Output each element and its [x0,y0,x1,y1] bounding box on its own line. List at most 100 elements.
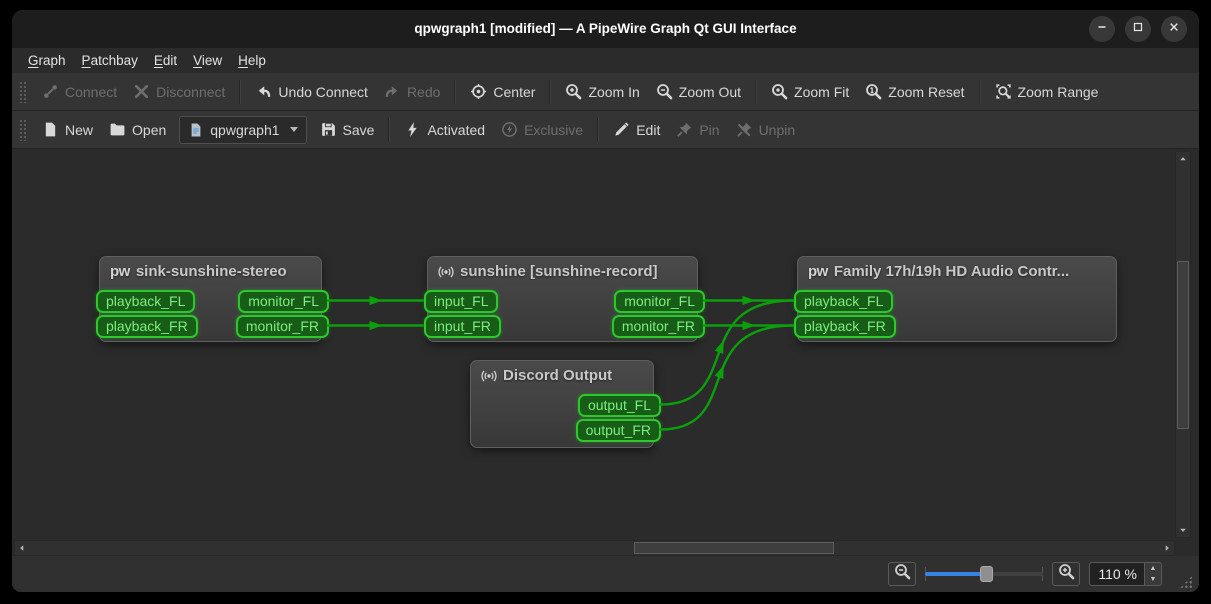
toolbar-button-connect[interactable]: Connect [34,78,125,106]
toolbar-button-center[interactable]: Center [462,78,543,106]
scroll-right-button[interactable] [1160,541,1174,555]
menu-graph[interactable]: Graph [20,51,74,70]
toolbar-button-redo[interactable]: Redo [376,78,448,106]
toolbar-button-label: Open [132,122,166,138]
arrow-right-icon [1162,543,1172,553]
toolbar-button-label: Disconnect [156,84,225,100]
scroll-down-button[interactable] [1176,523,1190,537]
menubar: GraphPatchbayEditViewHelp [12,48,1199,73]
scroll-left-button[interactable] [15,541,29,555]
horizontal-scrollbar[interactable] [14,540,1175,556]
toolbar-button-zoom-in[interactable]: Zoom In [557,78,647,106]
toolbar-separator [979,80,981,104]
port-sunshine-input-fr[interactable]: input_FR [424,315,501,338]
pipewire-icon: pw [808,263,828,280]
port-sink-sunshine-stereo-monitor-fr[interactable]: monitor_FR [236,315,329,338]
menu-help[interactable]: Help [230,51,274,70]
toolbar-button-open[interactable]: Open [101,116,174,144]
menu-patchbay[interactable]: Patchbay [74,51,146,70]
connections-layer [12,149,1199,556]
zoom-range-icon [995,83,1012,100]
zoom-value[interactable]: 110 % [1090,563,1144,585]
toolbar-separator [549,80,551,104]
zoom-spinbox[interactable]: 110 % ▲ ▼ [1089,562,1162,586]
zoom-step-down-button[interactable]: ▼ [1145,574,1161,585]
toolbar-button-label: Pin [699,122,719,138]
toolbar-drag-handle[interactable] [19,119,27,141]
toolbar-button-label: Edit [636,122,660,138]
toolbar-separator [388,118,390,142]
toolbar-separator [454,80,456,104]
port-sunshine-input-fl[interactable]: input_FL [424,290,498,313]
titlebar[interactable]: qpwgraph1 [modified] — A PipeWire Graph … [12,10,1199,48]
toolbar-button-edit[interactable]: Edit [605,116,668,144]
node-title: Family 17h/19h HD Audio Contr... [834,263,1069,280]
zoom-out-icon [894,563,911,585]
toolbar-drag-handle[interactable] [19,81,27,103]
toolbar-button-exclusive[interactable]: Exclusive [493,116,591,144]
app-window: qpwgraph1 [modified] — A PipeWire Graph … [12,10,1199,592]
port-family-audio-playback-fr[interactable]: playback_FR [794,315,896,338]
minimize-button[interactable] [1089,16,1115,42]
h-scrollbar-thumb[interactable] [634,542,834,554]
toolbar-button-save[interactable]: Save [312,116,383,144]
toolbar-button-new[interactable]: New [34,116,101,144]
port-family-audio-playback-fl[interactable]: playback_FL [794,290,893,313]
toolbar-button-unpin[interactable]: Unpin [728,116,804,144]
toolbar-button-activated[interactable]: Activated [396,116,493,144]
patchbay-combo[interactable]: qpwgraph1 [179,116,306,144]
toolbar-button-label: Zoom Out [679,84,741,100]
toolbar-button-zoom-reset[interactable]: Zoom Reset [857,78,972,106]
statusbar: 110 % ▲ ▼ [12,556,1199,592]
port-sink-sunshine-stereo-playback-fl[interactable]: playback_FL [96,290,195,313]
node-title: Discord Output [503,367,612,384]
toolbar-button-pin[interactable]: Pin [668,116,727,144]
port-sink-sunshine-stereo-monitor-fl[interactable]: monitor_FL [238,290,329,313]
node-title-bar[interactable]: pwsink-sunshine-stereo [110,263,313,280]
menu-view[interactable]: View [185,51,230,70]
port-sink-sunshine-stereo-playback-fr[interactable]: playback_FR [96,315,198,338]
toolbar-separator [239,80,241,104]
node-title-bar[interactable]: sunshine [sunshine-record] [438,263,689,280]
window-title: qpwgraph1 [modified] — A PipeWire Graph … [12,10,1199,48]
pin-icon [676,121,693,138]
toolbar-button-disconnect[interactable]: Disconnect [125,78,233,106]
zoom-slider-handle[interactable] [980,566,993,582]
graph-canvas[interactable]: pwsink-sunshine-stereoplayback_FLplaybac… [12,149,1199,556]
toolbar-button-undo-connect[interactable]: Undo Connect [247,78,376,106]
node-family-audio[interactable]: pw Family 17h/19h HD Audio Contr... playba… [797,256,1117,342]
toolbar-button-label: Zoom Fit [794,84,849,100]
chevron-down-icon [290,127,298,132]
toolbar-separator [597,118,599,142]
zoom-in-icon [565,83,582,100]
zoom-slider[interactable] [925,566,1043,582]
toolbar-button-zoom-fit[interactable]: Zoom Fit [763,78,857,106]
menu-edit[interactable]: Edit [146,51,185,70]
vertical-scrollbar[interactable] [1175,151,1191,538]
port-sunshine-monitor-fl[interactable]: monitor_FL [614,290,705,313]
broadcast-icon [438,264,454,280]
node-title-bar[interactable]: pw Family 17h/19h HD Audio Contr... [808,263,1108,280]
statusbar-zoom-in-button[interactable] [1052,562,1080,586]
maximize-button[interactable] [1125,16,1151,42]
port-sunshine-monitor-fr[interactable]: monitor_FR [612,315,705,338]
v-scrollbar-thumb[interactable] [1177,261,1189,429]
toolbar-button-label: Activated [427,122,485,138]
close-button[interactable] [1161,16,1187,42]
connection-arrow-icon [715,339,728,354]
port-discord-output-output-fl[interactable]: output_FL [578,394,661,417]
window-resize-grip[interactable] [1179,575,1193,589]
zoom-out-icon [656,83,673,100]
node-sunshine[interactable]: sunshine [sunshine-record] input_FLinput_… [427,256,698,342]
port-discord-output-output-fr[interactable]: output_FR [576,419,661,442]
node-discord-output[interactable]: Discord Outputoutput_FLoutput_FR [470,360,654,448]
toolbar-button-zoom-out[interactable]: Zoom Out [648,78,749,106]
toolbar-separator [755,80,757,104]
statusbar-zoom-out-button[interactable] [888,562,916,586]
zoom-step-up-button[interactable]: ▲ [1145,563,1161,574]
node-title-bar[interactable]: Discord Output [481,367,645,384]
node-sink-sunshine-stereo[interactable]: pwsink-sunshine-stereo playback_FLplaybac… [99,256,322,342]
toolbar-button-zoom-range[interactable]: Zoom Range [987,78,1107,106]
scroll-up-button[interactable] [1176,152,1190,166]
toolbar-button-label: Connect [65,84,117,100]
